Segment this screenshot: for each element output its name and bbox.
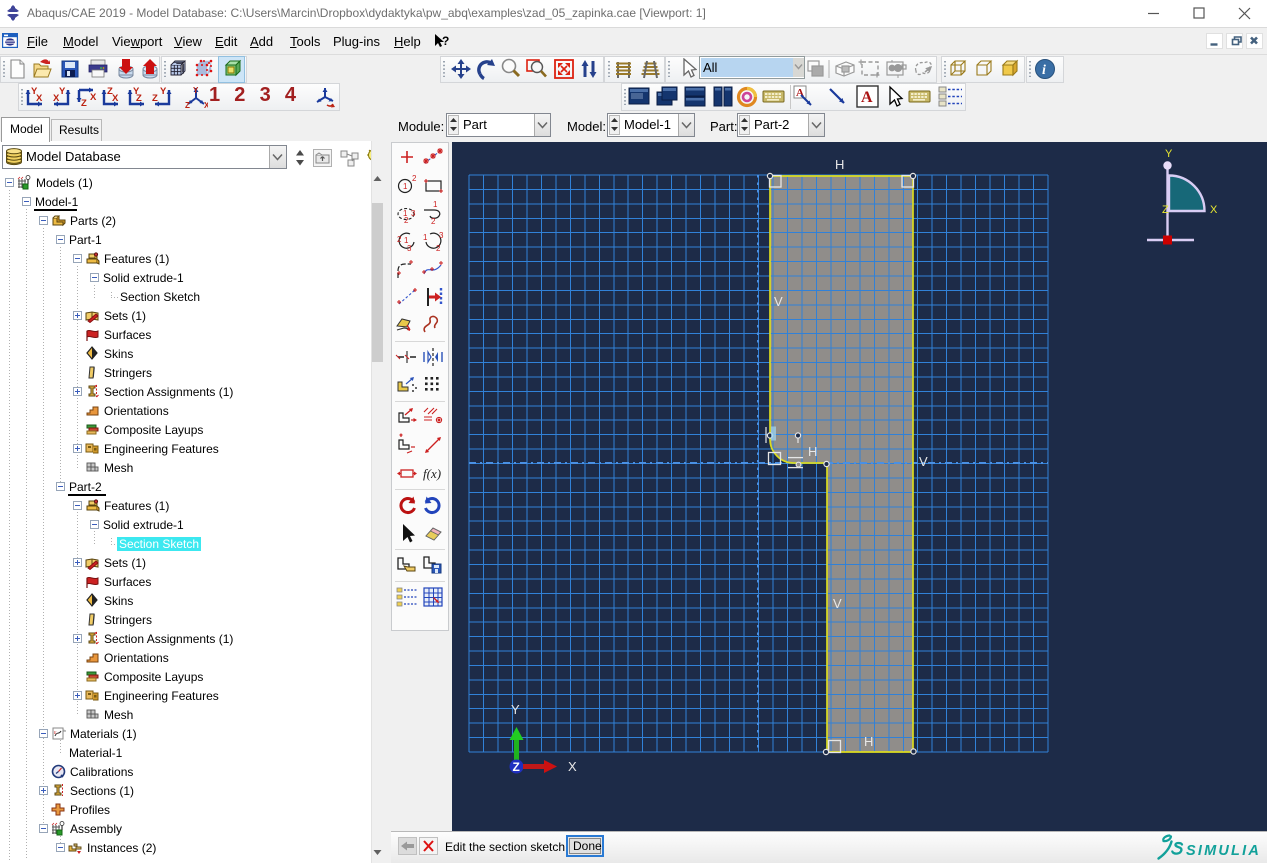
- svg-text:3: 3: [439, 231, 444, 240]
- svg-text:Y: Y: [193, 86, 199, 95]
- svg-text:Z: Z: [185, 101, 190, 109]
- svg-text:Z: Z: [81, 98, 87, 109]
- svg-text:X: X: [568, 759, 577, 774]
- svg-text:1: 1: [403, 182, 408, 191]
- svg-text:Z: Z: [136, 93, 142, 104]
- svg-text:3: 3: [407, 244, 412, 253]
- svg-text:Y: Y: [59, 86, 66, 97]
- svg-text:2: 2: [412, 174, 417, 183]
- svg-text:A: A: [861, 89, 873, 106]
- svg-text:V: V: [919, 454, 928, 469]
- svg-text:H: H: [835, 157, 844, 172]
- svg-text:2: 2: [431, 217, 436, 226]
- svg-text:X: X: [36, 93, 43, 104]
- svg-text:X: X: [1210, 204, 1218, 216]
- svg-text:3: 3: [411, 209, 416, 218]
- svg-text:f(x): f(x): [423, 466, 441, 481]
- svg-text:V: V: [833, 596, 842, 611]
- svg-text:2: 2: [397, 235, 402, 244]
- svg-text:1: 1: [423, 233, 428, 242]
- svg-text:Y: Y: [511, 702, 520, 717]
- svg-text:X: X: [90, 92, 97, 103]
- svg-text:Z: Z: [513, 760, 520, 774]
- svg-text:2: 2: [404, 216, 409, 225]
- svg-text:V: V: [774, 294, 783, 309]
- svg-text:H: H: [864, 734, 873, 749]
- svg-text:i: i: [1042, 63, 1046, 78]
- svg-text:X: X: [112, 93, 119, 104]
- svg-text:Z: Z: [152, 93, 158, 104]
- svg-text:Z: Z: [1162, 204, 1169, 216]
- svg-text:X: X: [53, 93, 60, 104]
- svg-text:SIMULIA: SIMULIA: [1186, 843, 1261, 859]
- svg-text:H: H: [808, 444, 817, 459]
- svg-text:X: X: [204, 101, 208, 109]
- svg-text:Y: Y: [1165, 148, 1173, 160]
- svg-text:2: 2: [436, 244, 441, 253]
- svg-text:?: ?: [442, 34, 449, 48]
- svg-text:Y: Y: [160, 86, 167, 97]
- svg-text:1: 1: [433, 200, 438, 209]
